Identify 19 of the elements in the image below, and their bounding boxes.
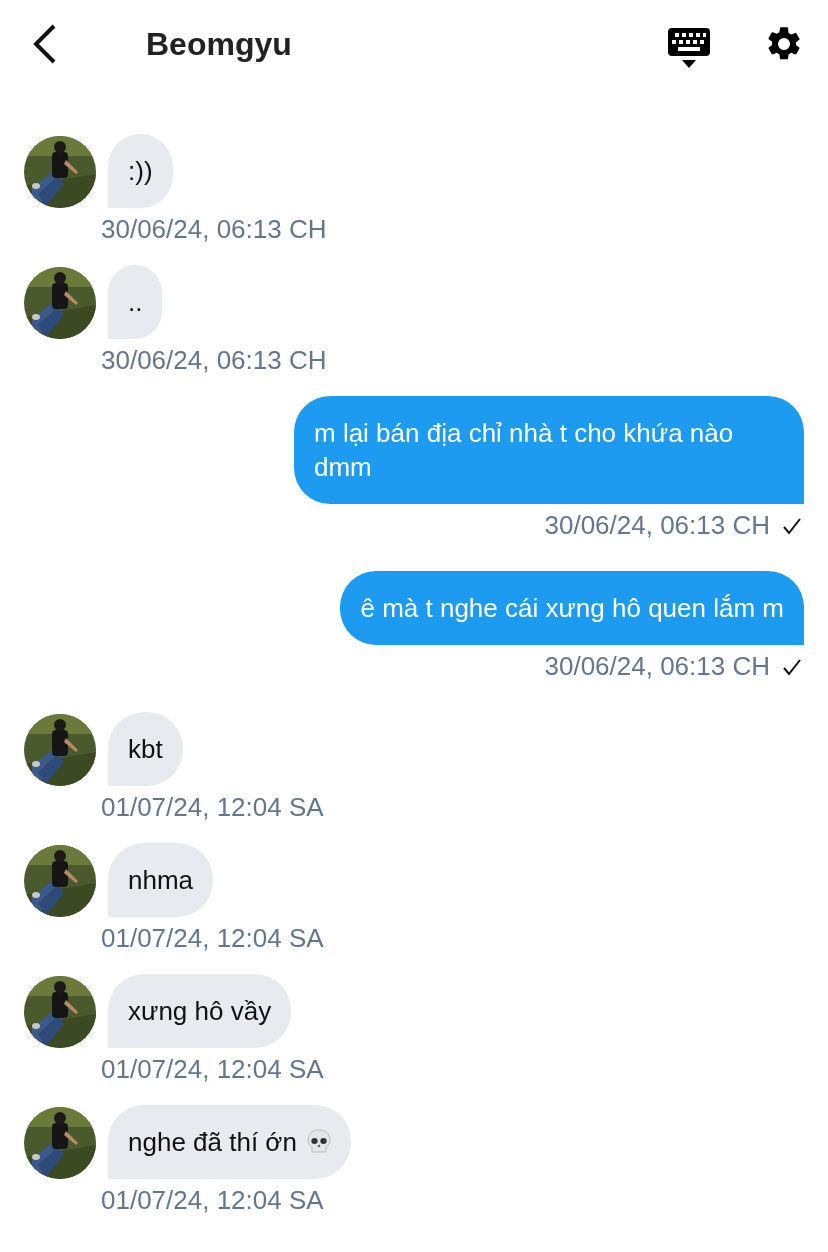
message-bubble: ..: [108, 265, 163, 339]
message-bubble: xưng hô vầy: [108, 974, 292, 1048]
chat-title: Beomgyu: [146, 25, 292, 63]
message-timestamp: 30/06/24, 06:13 CH: [101, 214, 327, 245]
message-timestamp: 01/07/24, 12:04 SA: [101, 792, 324, 823]
message-timestamp: 01/07/24, 12:04 SA: [101, 1054, 324, 1085]
message-bubble: ê mà t nghe cái xưng hô quen lắm m: [340, 571, 804, 645]
message-timestamp: 30/06/24, 06:13 CH: [101, 345, 327, 376]
message-timestamp: 30/06/24, 06:13 CH: [544, 510, 770, 541]
skull-icon: [306, 1129, 331, 1155]
keyboard-icon[interactable]: [668, 28, 710, 68]
message-timestamp: 01/07/24, 12:04 SA: [101, 923, 324, 954]
message-bubble: kbt: [108, 712, 183, 786]
message-bubble: nhma: [108, 843, 214, 917]
message-bubble: nghe đã thí ớn: [108, 1105, 351, 1179]
message-timestamp: 01/07/24, 12:04 SA: [101, 1185, 324, 1216]
message-bubble: m lại bán địa chỉ nhà t cho khứa nào dmm: [294, 396, 804, 504]
message-bubble: :)): [108, 134, 173, 208]
message-timestamp: 30/06/24, 06:13 CH: [544, 651, 770, 682]
